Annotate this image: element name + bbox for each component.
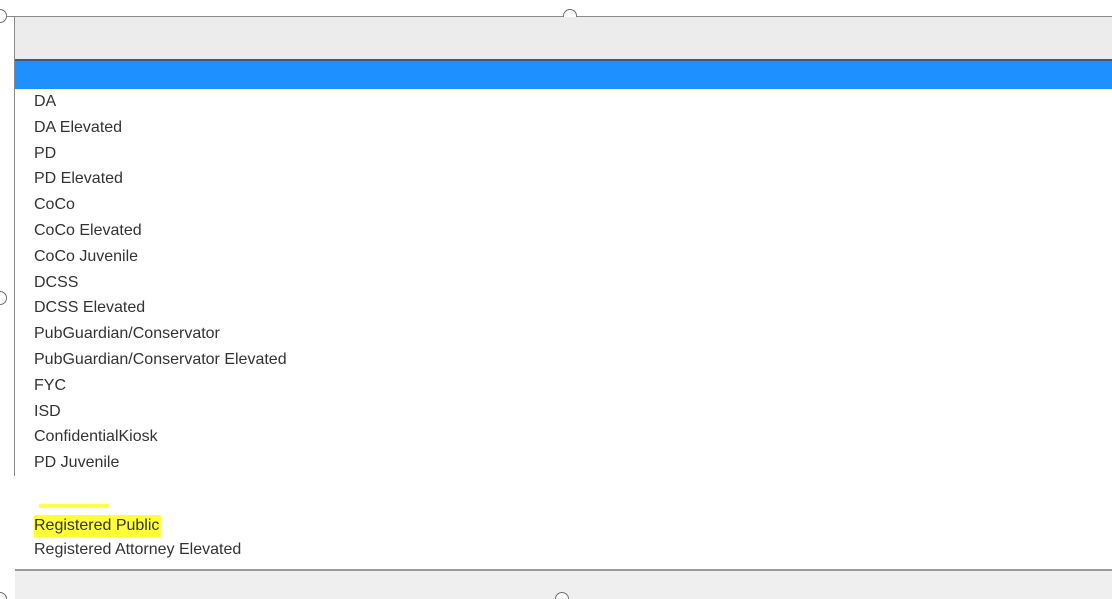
option-item[interactable]: ISD bbox=[34, 399, 287, 425]
resize-handle-bottom-middle[interactable] bbox=[555, 592, 569, 599]
option-item[interactable]: PD Juvenile bbox=[34, 450, 287, 476]
option-list: DA DA Elevated PD PD Elevated CoCo CoCo … bbox=[34, 89, 287, 476]
option-item[interactable]: CoCo Elevated bbox=[34, 218, 287, 244]
bottom-option-list: Registered Public Registered Attorney El… bbox=[34, 514, 241, 562]
option-item[interactable]: PubGuardian/Conservator bbox=[34, 321, 287, 347]
option-item[interactable]: CoCo Juvenile bbox=[34, 244, 287, 270]
option-item[interactable]: PD bbox=[34, 141, 287, 167]
cut-off-option bbox=[34, 474, 94, 480]
option-item[interactable]: PubGuardian/Conservator Elevated bbox=[34, 347, 287, 373]
option-item[interactable]: DCSS bbox=[34, 270, 287, 296]
resize-handle-middle-left[interactable] bbox=[0, 291, 7, 305]
role-dropdown-list[interactable]: DA DA Elevated PD PD Elevated CoCo CoCo … bbox=[15, 61, 1112, 571]
option-item[interactable]: DA bbox=[34, 89, 287, 115]
option-item[interactable]: FYC bbox=[34, 373, 287, 399]
option-item[interactable]: CoCo bbox=[34, 192, 287, 218]
option-registered-public[interactable]: Registered Public bbox=[34, 514, 241, 538]
resize-handle-top-left[interactable] bbox=[0, 9, 7, 23]
screenshot-stage: DA DA Elevated PD PD Elevated CoCo CoCo … bbox=[0, 0, 1112, 599]
option-item[interactable]: PD Elevated bbox=[34, 166, 287, 192]
option-label-highlighted: Registered Public bbox=[34, 515, 162, 537]
option-item[interactable]: ConfidentialKiosk bbox=[34, 424, 287, 450]
yellow-highlight-mark bbox=[39, 504, 109, 508]
option-item[interactable]: DA Elevated bbox=[34, 115, 287, 141]
option-item[interactable]: DCSS Elevated bbox=[34, 295, 287, 321]
resize-handle-bottom-left[interactable] bbox=[0, 592, 7, 599]
role-select[interactable] bbox=[15, 17, 1112, 61]
highlighted-empty-option[interactable] bbox=[15, 61, 1112, 89]
option-registered-attorney-elevated[interactable]: Registered Attorney Elevated bbox=[34, 538, 241, 562]
